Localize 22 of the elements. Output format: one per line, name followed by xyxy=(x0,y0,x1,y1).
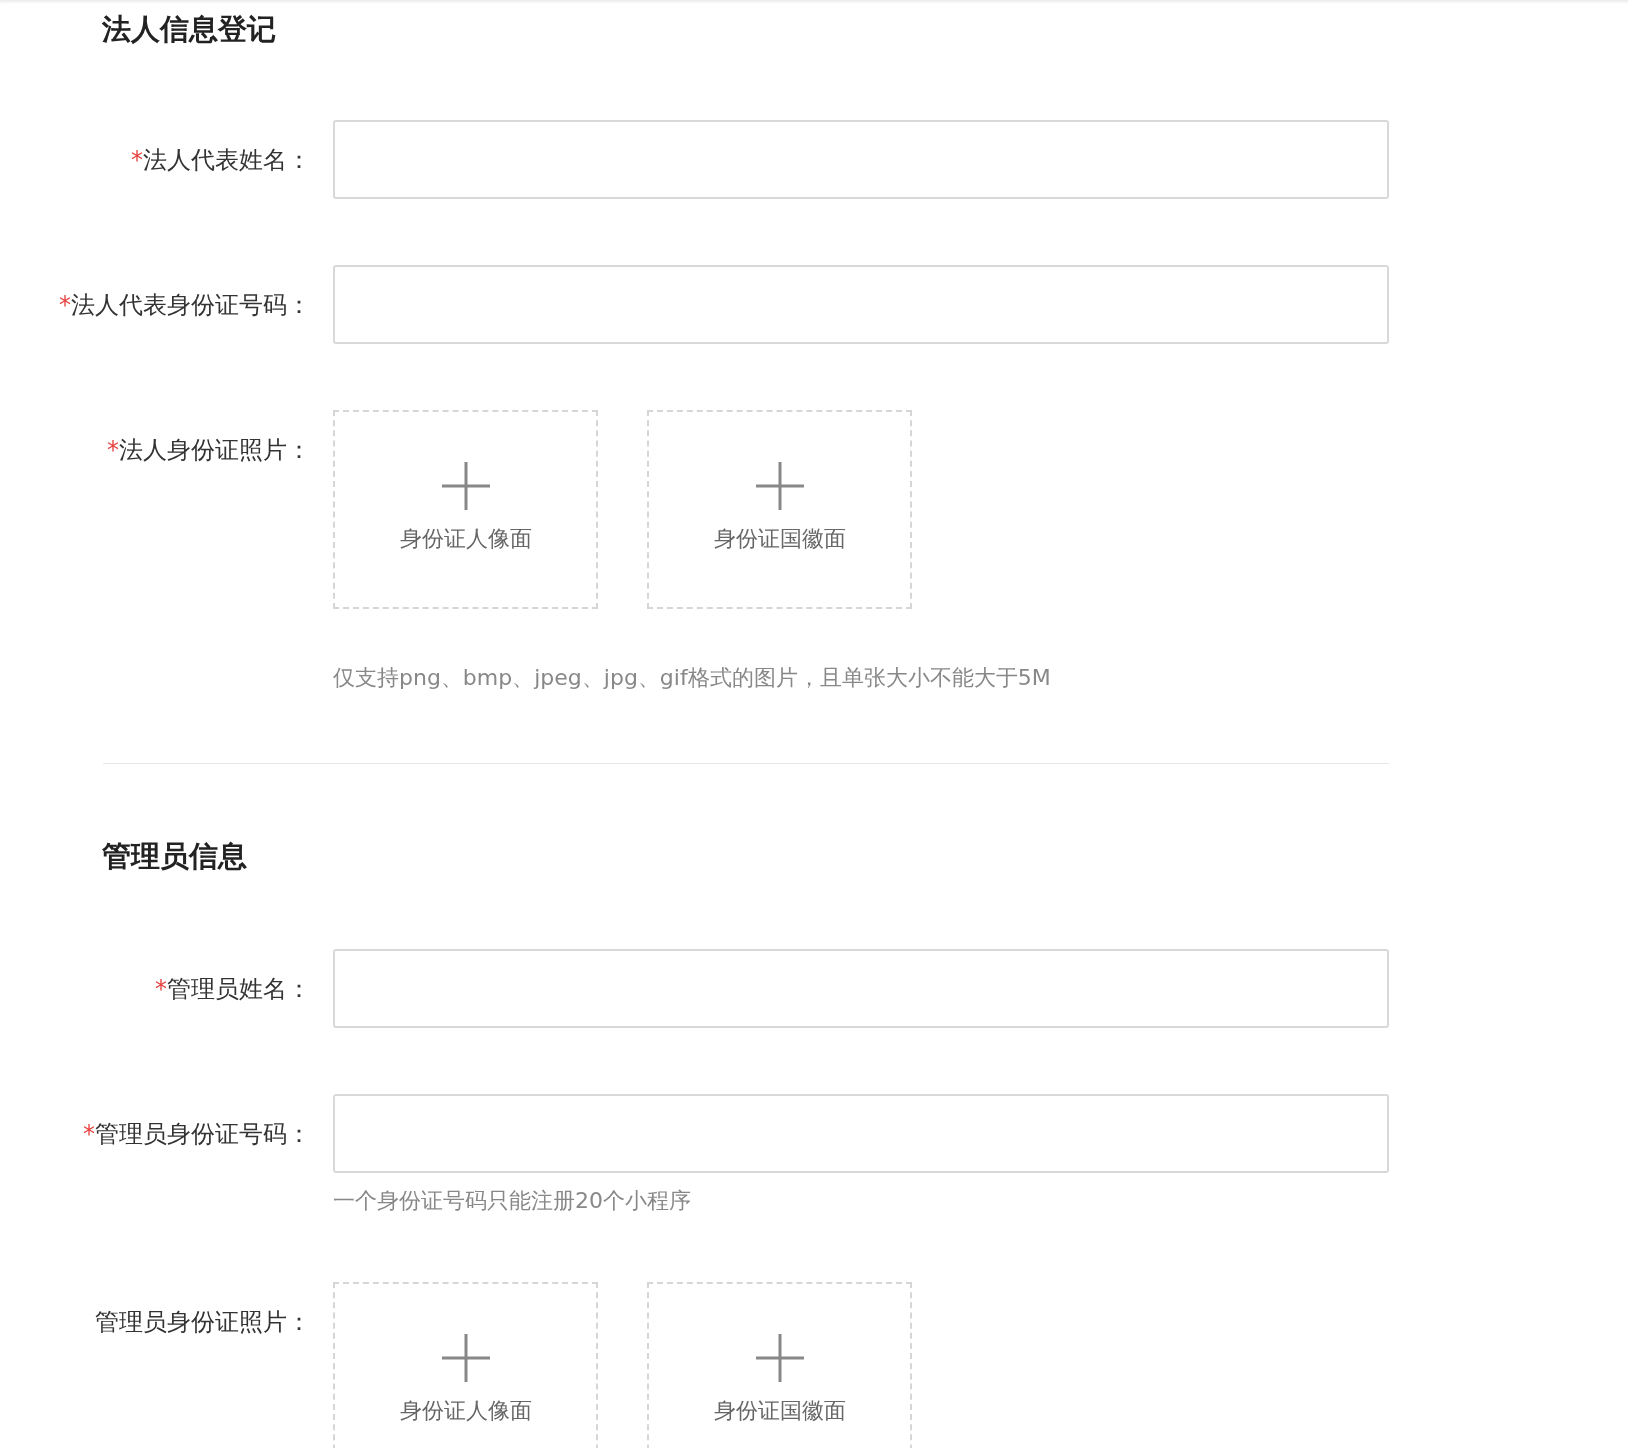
input-field[interactable] xyxy=(333,265,1389,344)
hint-text: 一个身份证号码只能注册20个小程序 xyxy=(333,1187,692,1215)
field-label: *管理员姓名： xyxy=(154,973,311,1005)
plus-icon xyxy=(755,1334,804,1382)
field-label: *法人代表姓名： xyxy=(130,144,311,176)
input-field[interactable] xyxy=(333,1094,1389,1173)
field-label: *法人身份证照片： xyxy=(106,434,311,466)
field-label: *管理员身份证号码： xyxy=(82,1118,311,1150)
plus-icon xyxy=(755,462,804,510)
upload-box[interactable]: 身份证人像面 xyxy=(333,1282,598,1448)
input-field[interactable] xyxy=(333,949,1389,1028)
plus-icon xyxy=(441,462,490,510)
upload-box[interactable]: 身份证人像面 xyxy=(333,410,598,609)
hint-text: 仅支持png、bmp、jpeg、jpg、gif格式的图片，且单张大小不能大于5M xyxy=(333,664,1051,692)
plus-icon xyxy=(441,1334,490,1382)
field-label: 管理员身份证照片： xyxy=(94,1306,311,1338)
field-label: *法人代表身份证号码： xyxy=(58,289,311,321)
section-title: 法人信息登记 xyxy=(102,11,277,48)
upload-box[interactable]: 身份证国徽面 xyxy=(647,410,912,609)
input-field[interactable] xyxy=(333,120,1389,199)
upload-box[interactable]: 身份证国徽面 xyxy=(647,1282,912,1448)
section-title: 管理员信息 xyxy=(102,838,248,875)
